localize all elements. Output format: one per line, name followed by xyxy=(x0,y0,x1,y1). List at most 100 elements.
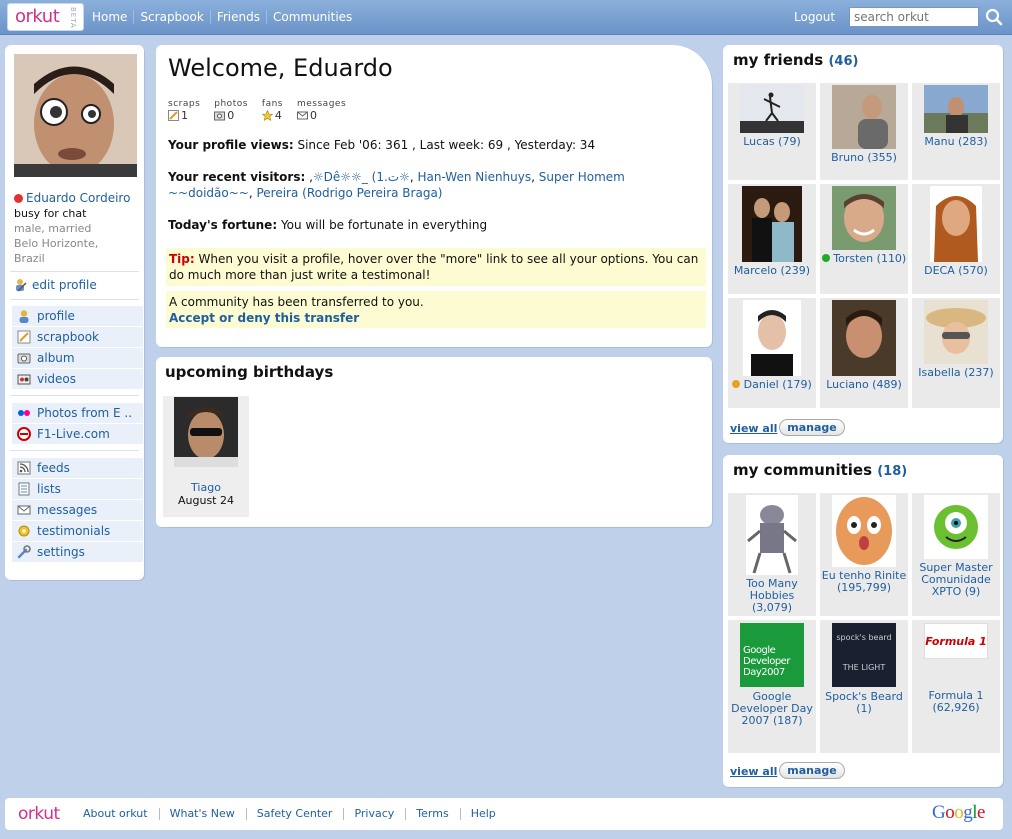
friend-name: Lucas (79) xyxy=(743,135,801,148)
edit-profile-link[interactable]: edit profile xyxy=(14,278,97,292)
friend-photo xyxy=(832,300,896,376)
community-cell[interactable]: spock's beard THE LIGHT Spock's Beard (1… xyxy=(820,620,908,753)
stat-photos-label: photos xyxy=(214,99,248,109)
nav-photos-flickr[interactable]: Photos from E .. xyxy=(12,403,143,424)
profile-views: Your profile views: Since Feb '06: 361 ,… xyxy=(168,137,698,153)
friend-cell[interactable]: Daniel (179) xyxy=(728,298,816,408)
nav-lists-label: lists xyxy=(37,482,61,496)
friend-cell[interactable]: Lucas (79) xyxy=(728,83,816,180)
nav-testimonials[interactable]: testimonials xyxy=(12,521,143,542)
nav-album[interactable]: album xyxy=(12,348,143,369)
nav-scrapbook-side[interactable]: scrapbook xyxy=(12,327,143,348)
friends-manage-button[interactable]: manage xyxy=(779,419,845,436)
friend-name: Daniel (179) xyxy=(743,378,812,391)
visitor-link[interactable]: ☼Dê☼☼_ (1.ت☼ xyxy=(313,170,410,184)
search-icon xyxy=(985,8,1003,26)
google-logo-letter: g xyxy=(963,802,973,823)
friend-photo xyxy=(930,186,982,262)
footer-link-safety[interactable]: Safety Center xyxy=(251,808,345,820)
nav-communities[interactable]: Communities xyxy=(267,10,358,24)
communities-manage-button[interactable]: manage xyxy=(779,762,845,779)
birthday-date: August 24 xyxy=(178,494,234,507)
google-logo[interactable]: Google xyxy=(932,802,985,824)
user-name-link[interactable]: Eduardo Cordeiro xyxy=(26,191,130,205)
envelope-icon xyxy=(17,505,31,515)
nav-friends[interactable]: Friends xyxy=(211,10,267,24)
google-logo-letter: o xyxy=(954,802,964,823)
nav-lists[interactable]: lists xyxy=(12,479,143,500)
scrapbook-icon xyxy=(168,110,179,121)
friends-view-all-link[interactable]: view all xyxy=(730,422,777,435)
tip-text: When you visit a profile, hover over the… xyxy=(169,252,699,282)
nav-album-label: album xyxy=(37,351,75,365)
nav-home[interactable]: Home xyxy=(86,10,135,24)
community-cell[interactable]: Formula 1 Formula 1 (62,926) xyxy=(912,620,1000,753)
page-title: Welcome, Eduardo xyxy=(168,54,393,82)
transfer-text: A community has been transferred to you. xyxy=(169,295,424,309)
footer-link-about[interactable]: About orkut xyxy=(77,808,160,820)
nav-feeds[interactable]: feeds xyxy=(12,458,143,479)
community-photo: Formula 1 xyxy=(924,623,988,659)
nav-settings[interactable]: settings xyxy=(12,542,143,563)
profile-photo-image xyxy=(14,54,137,177)
friend-photo xyxy=(924,85,988,133)
footer-link-privacy[interactable]: Privacy xyxy=(348,808,407,820)
friend-cell[interactable]: DECA (570) xyxy=(912,184,1000,294)
footer-link-terms[interactable]: Terms xyxy=(410,808,461,820)
nav-videos[interactable]: videos xyxy=(12,369,143,390)
nav-profile-label: profile xyxy=(37,309,75,323)
footer-link-help[interactable]: Help xyxy=(465,808,507,820)
stat-messages[interactable]: messages 0 xyxy=(297,99,346,122)
footer-link-whats-new[interactable]: What's New xyxy=(164,808,247,820)
profile-photo[interactable] xyxy=(14,54,137,177)
stat-fans[interactable]: fans 4 xyxy=(261,99,283,122)
friend-cell[interactable]: Marcelo (239) xyxy=(728,184,816,294)
beta-label: BETA xyxy=(69,7,77,29)
community-cell[interactable]: Google Developer Day2007 Google Develope… xyxy=(728,620,816,753)
logo-text: orkut xyxy=(15,6,60,27)
friend-photo xyxy=(832,85,896,149)
community-cell[interactable]: Eu tenho Rinite (195,799) xyxy=(820,493,908,616)
user-city: Belo Horizonte, xyxy=(14,237,99,250)
accept-transfer-link[interactable]: Accept or deny this transfer xyxy=(169,310,703,326)
search-button[interactable] xyxy=(983,7,1005,27)
search-input[interactable] xyxy=(849,7,979,27)
stat-photos[interactable]: photos 0 xyxy=(214,99,248,122)
friends-count[interactable]: (46) xyxy=(828,54,858,69)
divider xyxy=(10,450,139,451)
community-photo-text: spock's beard THE LIGHT xyxy=(836,633,892,672)
visitors-prefix: , xyxy=(305,170,313,184)
birthdays-panel: upcoming birthdays Tiago August 24 xyxy=(156,357,712,527)
friends-title-text: my friends xyxy=(733,51,824,69)
communities-view-all-link[interactable]: view all xyxy=(730,765,777,778)
friend-cell[interactable]: Bruno (355) xyxy=(820,83,908,180)
footer-orkut-logo[interactable]: orkut xyxy=(18,804,60,824)
community-cell[interactable]: Too Many Hobbies (3,079) xyxy=(728,493,816,616)
friend-cell[interactable]: Isabella (237) xyxy=(912,298,1000,408)
visitor-link[interactable]: Pereira (Rodrigo Pereira Braga) xyxy=(256,186,442,200)
edit-profile-label: edit profile xyxy=(32,278,97,292)
stat-scraps[interactable]: scraps 1 xyxy=(168,99,200,122)
nav-group-apps: Photos from E .. F1-Live.com xyxy=(12,403,143,445)
communities-panel: my communities (18) Too Many Hobbies (3,… xyxy=(723,455,1003,787)
envelope-icon xyxy=(297,111,308,120)
nav-scrapbook[interactable]: Scrapbook xyxy=(134,10,211,24)
nav-messages[interactable]: messages xyxy=(12,500,143,521)
transfer-box: A community has been transferred to you.… xyxy=(166,291,706,328)
friends-panel: my friends (46) Lucas (79) Bruno (355) M… xyxy=(723,45,1003,443)
nav-profile[interactable]: profile xyxy=(12,306,143,327)
visitor-link[interactable]: Han-Wen Nienhuys xyxy=(417,170,531,184)
friend-name: Marcelo (239) xyxy=(733,264,811,277)
stat-fans-value: 4 xyxy=(274,109,282,122)
friend-cell[interactable]: Manu (283) xyxy=(912,83,1000,180)
nav-group-tools: feeds lists messages testimonials settin… xyxy=(12,458,143,563)
community-cell[interactable]: Super Master Comunidade XPTO (9) xyxy=(912,493,1000,616)
orkut-logo[interactable]: orkut BETA xyxy=(7,3,84,31)
logout-link[interactable]: Logout xyxy=(794,10,835,24)
nav-f1-live[interactable]: F1-Live.com xyxy=(12,424,143,445)
communities-count[interactable]: (18) xyxy=(877,464,907,479)
left-sidebar: Eduardo Cordeiro busy for chat male, mar… xyxy=(5,45,144,580)
birthday-item[interactable]: Tiago August 24 xyxy=(163,396,249,517)
friend-cell[interactable]: Torsten (110) xyxy=(820,184,908,294)
friend-cell[interactable]: Luciano (489) xyxy=(820,298,908,408)
